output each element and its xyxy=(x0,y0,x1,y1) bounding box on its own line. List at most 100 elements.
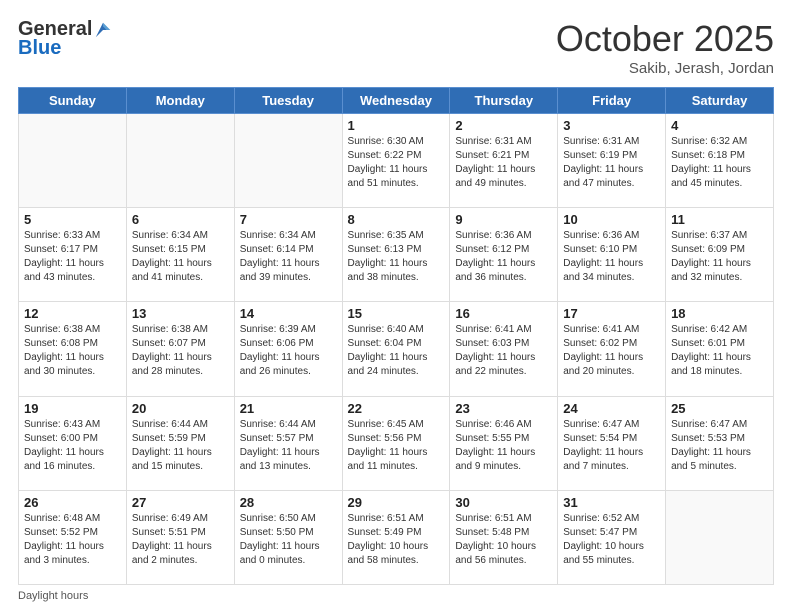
calendar-day: 23 Sunrise: 6:46 AM Sunset: 5:55 PM Dayli… xyxy=(450,396,558,490)
day-number: 23 xyxy=(455,401,552,416)
calendar-week-4: 26 Sunrise: 6:48 AM Sunset: 5:52 PM Dayli… xyxy=(19,490,774,584)
calendar-day: 7 Sunrise: 6:34 AM Sunset: 6:14 PM Daylig… xyxy=(234,208,342,302)
calendar-header-saturday: Saturday xyxy=(666,88,774,114)
day-number: 17 xyxy=(563,306,660,321)
day-number: 28 xyxy=(240,495,337,510)
title-block: October 2025 Sakib, Jerash, Jordan xyxy=(556,18,774,77)
day-number: 10 xyxy=(563,212,660,227)
calendar-day: 9 Sunrise: 6:36 AM Sunset: 6:12 PM Daylig… xyxy=(450,208,558,302)
day-info: Sunrise: 6:34 AM Sunset: 6:14 PM Dayligh… xyxy=(240,229,337,285)
day-info: Sunrise: 6:39 AM Sunset: 6:06 PM Dayligh… xyxy=(240,323,337,379)
calendar-day: 30Sunrise: 6:51 AM Sunset: 5:48 PM Dayli… xyxy=(450,490,558,584)
day-number: 3 xyxy=(563,118,660,133)
calendar-header-row: SundayMondayTuesdayWednesdayThursdayFrid… xyxy=(19,88,774,114)
calendar-header-monday: Monday xyxy=(126,88,234,114)
calendar-day: 4 Sunrise: 6:32 AM Sunset: 6:18 PM Daylig… xyxy=(666,114,774,208)
calendar-day: 2 Sunrise: 6:31 AM Sunset: 6:21 PM Daylig… xyxy=(450,114,558,208)
day-info: Sunrise: 6:41 AM Sunset: 6:03 PM Dayligh… xyxy=(455,323,552,379)
day-number: 14 xyxy=(240,306,337,321)
day-number: 1 xyxy=(348,118,445,133)
calendar-day: 1 Sunrise: 6:30 AM Sunset: 6:22 PM Daylig… xyxy=(342,114,450,208)
calendar-day: 25Sunrise: 6:47 AM Sunset: 5:53 PM Dayli… xyxy=(666,396,774,490)
calendar-week-2: 12 Sunrise: 6:38 AM Sunset: 6:08 PM Dayli… xyxy=(19,302,774,396)
page: General Blue October 2025 Sakib, Jerash,… xyxy=(0,0,792,612)
header: General Blue October 2025 Sakib, Jerash,… xyxy=(18,18,774,77)
day-number: 20 xyxy=(132,401,229,416)
day-info: Sunrise: 6:44 AM Sunset: 5:59 PM Dayligh… xyxy=(132,418,229,474)
day-info: Sunrise: 6:48 AM Sunset: 5:52 PM Dayligh… xyxy=(24,512,121,568)
calendar-day: 15 Sunrise: 6:40 AM Sunset: 6:04 PM Dayli… xyxy=(342,302,450,396)
day-number: 8 xyxy=(348,212,445,227)
day-number: 21 xyxy=(240,401,337,416)
day-info: Sunrise: 6:31 AM Sunset: 6:19 PM Dayligh… xyxy=(563,135,660,191)
day-number: 30 xyxy=(455,495,552,510)
calendar-day: 27 Sunrise: 6:49 AM Sunset: 5:51 PM Dayli… xyxy=(126,490,234,584)
day-number: 19 xyxy=(24,401,121,416)
day-number: 12 xyxy=(24,306,121,321)
day-info: Sunrise: 6:35 AM Sunset: 6:13 PM Dayligh… xyxy=(348,229,445,285)
calendar-day: 16 Sunrise: 6:41 AM Sunset: 6:03 PM Dayli… xyxy=(450,302,558,396)
day-number: 27 xyxy=(132,495,229,510)
day-info: Sunrise: 6:42 AM Sunset: 6:01 PM Dayligh… xyxy=(671,323,768,379)
calendar-day: 28 Sunrise: 6:50 AM Sunset: 5:50 PM Dayli… xyxy=(234,490,342,584)
logo: General Blue xyxy=(18,18,112,60)
day-number: 18 xyxy=(671,306,768,321)
calendar-day xyxy=(126,114,234,208)
calendar-day: 11 Sunrise: 6:37 AM Sunset: 6:09 PM Dayli… xyxy=(666,208,774,302)
calendar-day: 3 Sunrise: 6:31 AM Sunset: 6:19 PM Daylig… xyxy=(558,114,666,208)
day-number: 9 xyxy=(455,212,552,227)
day-number: 16 xyxy=(455,306,552,321)
calendar-header-wednesday: Wednesday xyxy=(342,88,450,114)
calendar-header-tuesday: Tuesday xyxy=(234,88,342,114)
day-info: Sunrise: 6:38 AM Sunset: 6:08 PM Dayligh… xyxy=(24,323,121,379)
calendar-day: 8 Sunrise: 6:35 AM Sunset: 6:13 PM Daylig… xyxy=(342,208,450,302)
day-info: Sunrise: 6:33 AM Sunset: 6:17 PM Dayligh… xyxy=(24,229,121,285)
day-number: 11 xyxy=(671,212,768,227)
day-info: Sunrise: 6:51 AM Sunset: 5:49 PM Dayligh… xyxy=(348,512,445,568)
day-info: Sunrise: 6:44 AM Sunset: 5:57 PM Dayligh… xyxy=(240,418,337,474)
calendar-day: 17 Sunrise: 6:41 AM Sunset: 6:02 PM Dayli… xyxy=(558,302,666,396)
calendar-day: 6Sunrise: 6:34 AM Sunset: 6:15 PM Daylig… xyxy=(126,208,234,302)
day-number: 4 xyxy=(671,118,768,133)
day-info: Sunrise: 6:30 AM Sunset: 6:22 PM Dayligh… xyxy=(348,135,445,191)
day-info: Sunrise: 6:50 AM Sunset: 5:50 PM Dayligh… xyxy=(240,512,337,568)
logo-blue-text: Blue xyxy=(18,37,61,60)
calendar-day: 10Sunrise: 6:36 AM Sunset: 6:10 PM Dayli… xyxy=(558,208,666,302)
calendar-day: 31Sunrise: 6:52 AM Sunset: 5:47 PM Dayli… xyxy=(558,490,666,584)
calendar-day: 21 Sunrise: 6:44 AM Sunset: 5:57 PM Dayli… xyxy=(234,396,342,490)
day-info: Sunrise: 6:45 AM Sunset: 5:56 PM Dayligh… xyxy=(348,418,445,474)
day-number: 26 xyxy=(24,495,121,510)
day-info: Sunrise: 6:40 AM Sunset: 6:04 PM Dayligh… xyxy=(348,323,445,379)
day-info: Sunrise: 6:32 AM Sunset: 6:18 PM Dayligh… xyxy=(671,135,768,191)
calendar-day: 13Sunrise: 6:38 AM Sunset: 6:07 PM Dayli… xyxy=(126,302,234,396)
day-info: Sunrise: 6:43 AM Sunset: 6:00 PM Dayligh… xyxy=(24,418,121,474)
calendar-day: 22Sunrise: 6:45 AM Sunset: 5:56 PM Dayli… xyxy=(342,396,450,490)
day-info: Sunrise: 6:34 AM Sunset: 6:15 PM Dayligh… xyxy=(132,229,229,285)
calendar-table: SundayMondayTuesdayWednesdayThursdayFrid… xyxy=(18,87,774,585)
calendar-week-0: 1 Sunrise: 6:30 AM Sunset: 6:22 PM Daylig… xyxy=(19,114,774,208)
day-info: Sunrise: 6:31 AM Sunset: 6:21 PM Dayligh… xyxy=(455,135,552,191)
calendar-day: 24Sunrise: 6:47 AM Sunset: 5:54 PM Dayli… xyxy=(558,396,666,490)
calendar-day: 5 Sunrise: 6:33 AM Sunset: 6:17 PM Daylig… xyxy=(19,208,127,302)
day-number: 15 xyxy=(348,306,445,321)
day-info: Sunrise: 6:41 AM Sunset: 6:02 PM Dayligh… xyxy=(563,323,660,379)
day-number: 7 xyxy=(240,212,337,227)
day-info: Sunrise: 6:46 AM Sunset: 5:55 PM Dayligh… xyxy=(455,418,552,474)
calendar-week-1: 5 Sunrise: 6:33 AM Sunset: 6:17 PM Daylig… xyxy=(19,208,774,302)
day-number: 13 xyxy=(132,306,229,321)
calendar-header-friday: Friday xyxy=(558,88,666,114)
footer-note: Daylight hours xyxy=(18,590,774,602)
day-number: 24 xyxy=(563,401,660,416)
calendar-day: 19 Sunrise: 6:43 AM Sunset: 6:00 PM Dayli… xyxy=(19,396,127,490)
calendar-day: 14 Sunrise: 6:39 AM Sunset: 6:06 PM Dayli… xyxy=(234,302,342,396)
day-info: Sunrise: 6:49 AM Sunset: 5:51 PM Dayligh… xyxy=(132,512,229,568)
day-number: 5 xyxy=(24,212,121,227)
day-info: Sunrise: 6:36 AM Sunset: 6:12 PM Dayligh… xyxy=(455,229,552,285)
month-title: October 2025 xyxy=(556,18,774,60)
calendar-day xyxy=(19,114,127,208)
day-number: 2 xyxy=(455,118,552,133)
calendar-day: 29Sunrise: 6:51 AM Sunset: 5:49 PM Dayli… xyxy=(342,490,450,584)
day-info: Sunrise: 6:37 AM Sunset: 6:09 PM Dayligh… xyxy=(671,229,768,285)
calendar-header-thursday: Thursday xyxy=(450,88,558,114)
day-number: 31 xyxy=(563,495,660,510)
